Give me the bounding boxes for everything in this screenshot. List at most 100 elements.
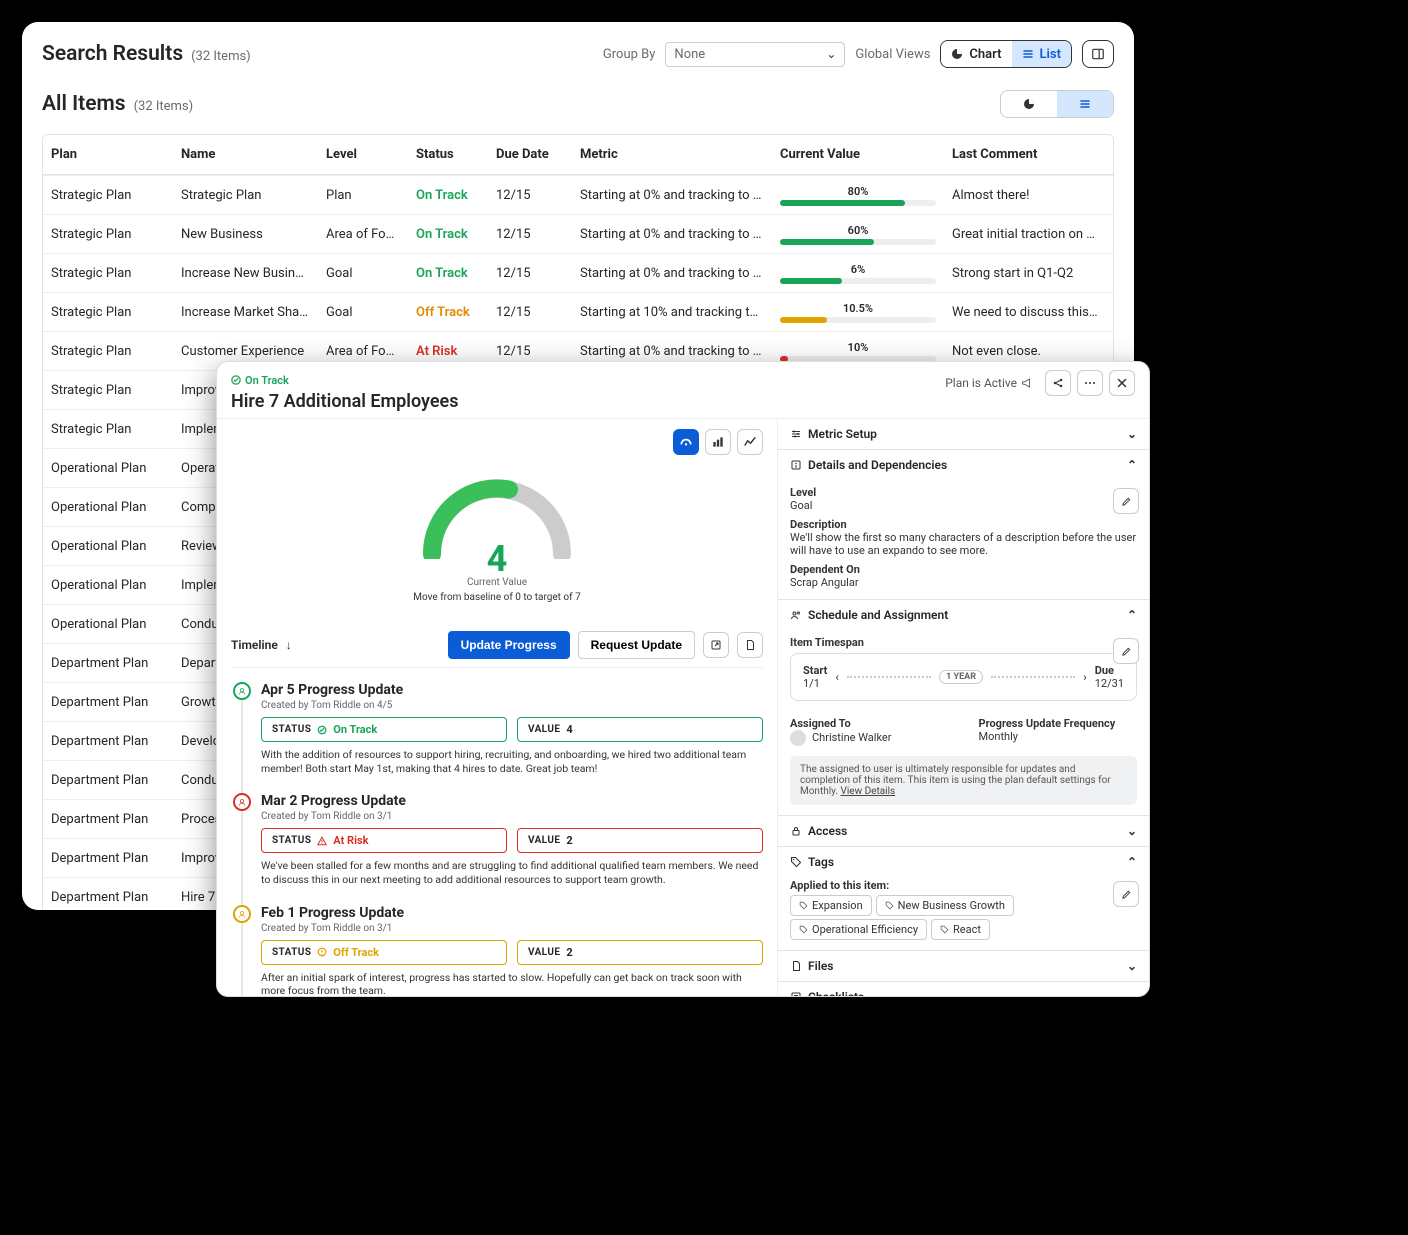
entry-value-key: VALUE xyxy=(528,835,560,846)
cell: At Risk xyxy=(408,344,488,359)
groupby-value: None xyxy=(674,47,705,62)
gauge-value: 4 xyxy=(487,541,508,577)
cell: Strategic Plan xyxy=(43,305,173,320)
schedule-note: The assigned to user is ultimately respo… xyxy=(790,756,1137,805)
page-title: Search Results xyxy=(42,42,183,66)
acc-tags-label: Tags xyxy=(808,855,834,869)
tag-icon xyxy=(790,856,802,868)
entry-stats: STATUS Off Track VALUE 2 xyxy=(261,940,763,965)
timeline-entry[interactable]: Feb 1 Progress Update Created by Tom Rid… xyxy=(261,905,763,997)
edit-details-button[interactable] xyxy=(1113,488,1139,514)
acc-metric-label: Metric Setup xyxy=(808,427,877,441)
tag-label: Operational Efficiency xyxy=(812,923,918,936)
cell: On Track xyxy=(408,266,488,281)
acc-access[interactable]: Access ⌄ xyxy=(778,816,1149,847)
table-row[interactable]: Strategic PlanStrategic PlanPlanOn Track… xyxy=(43,175,1113,214)
acc-checklists[interactable]: Checklists ⌄ xyxy=(778,982,1149,997)
entry-value: 4 xyxy=(566,723,572,736)
entry-status-box: STATUS On Track xyxy=(261,717,507,742)
bar-view-button[interactable] xyxy=(705,429,731,455)
more-button[interactable] xyxy=(1077,370,1103,396)
entry-value: 2 xyxy=(566,946,572,959)
acc-details-header[interactable]: Details and Dependencies ⌃ xyxy=(778,450,1149,480)
col-current: Current Value xyxy=(772,135,944,174)
detail-sidebar: Metric Setup ⌄ Details and Dependencies … xyxy=(777,419,1149,997)
timeline-entry[interactable]: Mar 2 Progress Update Created by Tom Rid… xyxy=(261,793,763,886)
gauge-subtext: Move from baseline of 0 to target of 7 xyxy=(413,592,580,603)
check-circle-icon xyxy=(231,375,241,385)
table-row[interactable]: Strategic PlanIncrease New BusinessGoalO… xyxy=(43,253,1113,292)
acc-schedule-header[interactable]: Schedule and Assignment ⌃ xyxy=(778,600,1149,630)
export-button[interactable] xyxy=(703,632,729,658)
acc-tags-header[interactable]: Tags ⌃ xyxy=(778,847,1149,877)
entry-stats: STATUS On Track VALUE 4 xyxy=(261,717,763,742)
comment-cell: Great initial traction on growth xyxy=(944,227,1108,242)
chevron-left-icon: ‹ xyxy=(835,670,839,684)
entry-status-key: STATUS xyxy=(272,947,311,958)
ts-start-label: Start xyxy=(803,664,827,677)
item-detail-panel: On Track Hire 7 Additional Employees Pla… xyxy=(216,361,1150,997)
share-button[interactable] xyxy=(1045,370,1071,396)
progress-bar xyxy=(780,278,936,284)
update-progress-button[interactable]: Update Progress xyxy=(448,631,570,659)
cell: Strategic Plan xyxy=(43,188,173,203)
table-row[interactable]: Strategic PlanNew BusinessArea of FocusO… xyxy=(43,214,1113,253)
tag-chip[interactable]: React xyxy=(931,919,990,940)
cell: On Track xyxy=(408,227,488,242)
timespan-widget: Start 1/1 ‹ 1 YEAR › Due 12/31 xyxy=(790,653,1137,701)
view-details-link[interactable]: View Details xyxy=(841,786,896,797)
desc-label: Description xyxy=(790,518,1137,531)
entry-status-key: STATUS xyxy=(272,724,311,735)
gauge-icon xyxy=(679,435,693,449)
freq-value: Monthly xyxy=(979,730,1138,743)
tag-chip[interactable]: New Business Growth xyxy=(876,895,1014,916)
mini-chart-button[interactable] xyxy=(1001,91,1057,117)
panel-toggle-button[interactable] xyxy=(1082,40,1114,68)
cell: 12/15 xyxy=(488,188,572,203)
cell: Area of Focus xyxy=(318,344,408,359)
col-level: Level xyxy=(318,135,408,174)
panel-icon xyxy=(1091,47,1105,61)
entry-dot-icon xyxy=(233,905,251,923)
detail-main: 4 Current Value Move from baseline of 0 … xyxy=(217,419,777,997)
section-subheader: All Items (32 Items) xyxy=(42,90,1114,118)
cell: Strategic Plan xyxy=(173,188,318,203)
cell: Starting at 0% and tracking to 100% xyxy=(572,188,772,203)
cell: Operational Plan xyxy=(43,539,173,554)
request-update-button[interactable]: Request Update xyxy=(578,631,695,659)
table-row[interactable]: Strategic PlanIncrease Market ShareGoalO… xyxy=(43,292,1113,331)
line-view-button[interactable] xyxy=(737,429,763,455)
cell: New Business xyxy=(173,227,318,242)
cell: 12/15 xyxy=(488,344,572,359)
view-list-button[interactable]: List xyxy=(1012,41,1071,67)
acc-metric-setup[interactable]: Metric Setup ⌄ xyxy=(778,419,1149,450)
search-header: Search Results (32 Items) Group By None … xyxy=(42,40,1114,68)
chevron-down-icon: ⌄ xyxy=(1127,990,1137,997)
acc-details-label: Details and Dependencies xyxy=(808,458,947,472)
line-icon xyxy=(743,435,757,449)
tag-chip[interactable]: Expansion xyxy=(790,895,872,916)
entry-value-box: VALUE 2 xyxy=(517,940,763,965)
cell: Off Track xyxy=(408,305,488,320)
edit-schedule-button[interactable] xyxy=(1113,638,1139,664)
cell: Goal xyxy=(318,266,408,281)
entry-title: Apr 5 Progress Update xyxy=(261,682,763,698)
acc-files[interactable]: Files ⌄ xyxy=(778,951,1149,982)
close-button[interactable] xyxy=(1109,370,1135,396)
gauge-view-button[interactable] xyxy=(673,429,699,455)
document-button[interactable] xyxy=(737,632,763,658)
edit-tags-button[interactable] xyxy=(1113,881,1139,907)
acc-checklists-label: Checklists xyxy=(808,990,864,997)
timeline-entry[interactable]: Apr 5 Progress Update Created by Tom Rid… xyxy=(261,682,763,775)
entry-status-box: STATUS Off Track xyxy=(261,940,507,965)
view-chart-button[interactable]: Chart xyxy=(941,41,1011,67)
cell: Department Plan xyxy=(43,773,173,788)
progress-label: 60% xyxy=(848,224,869,237)
sort-down-icon[interactable]: ↓ xyxy=(286,638,292,652)
acc-schedule-label: Schedule and Assignment xyxy=(808,608,948,622)
entry-status-key: STATUS xyxy=(272,835,311,846)
cell: Strategic Plan xyxy=(43,227,173,242)
mini-list-button[interactable] xyxy=(1057,91,1113,117)
tag-chip[interactable]: Operational Efficiency xyxy=(790,919,927,940)
groupby-select[interactable]: None ⌄ xyxy=(665,42,845,67)
